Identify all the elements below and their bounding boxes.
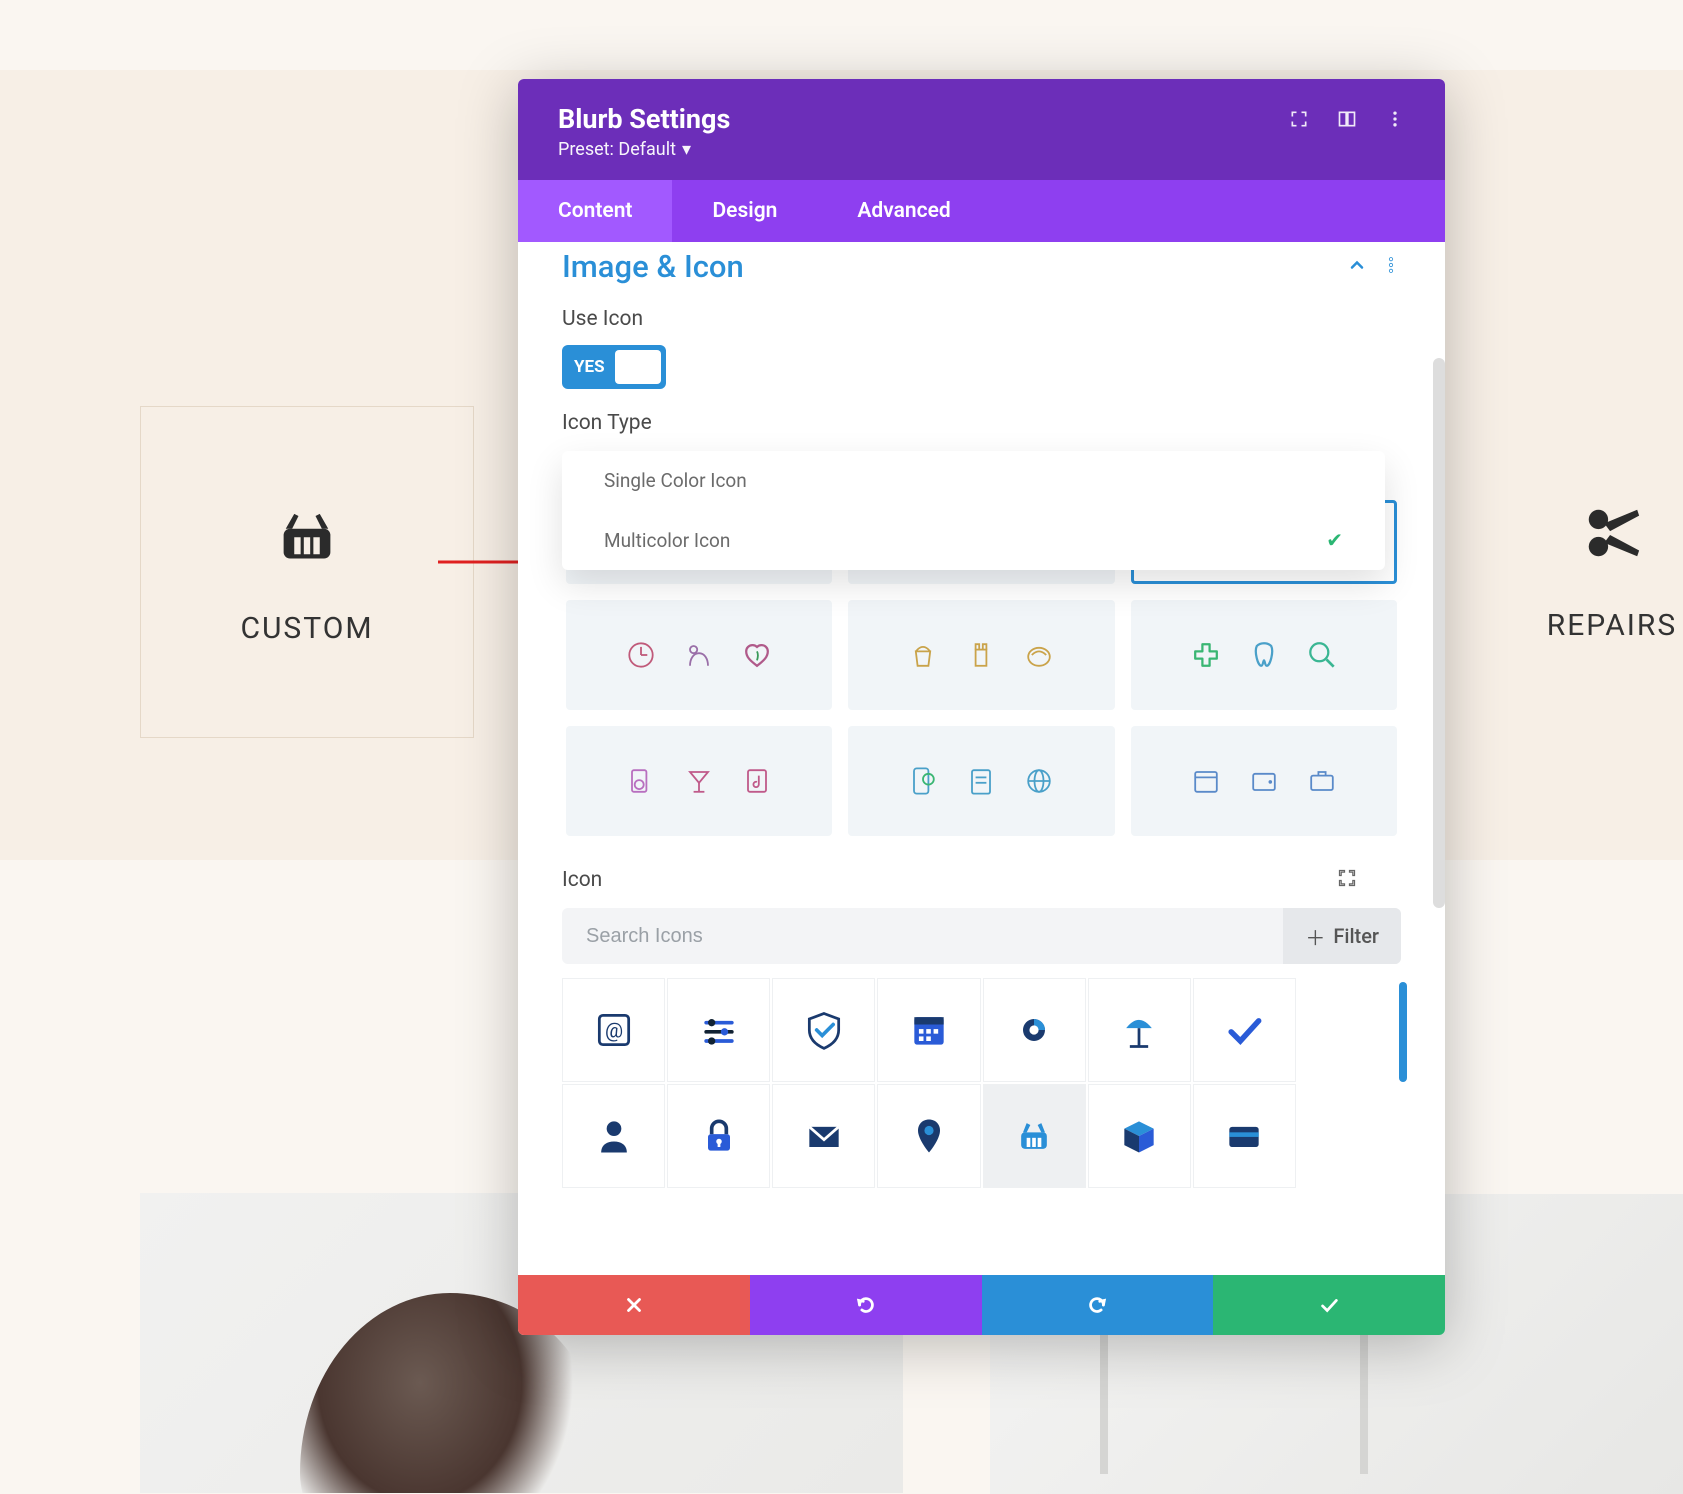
modal-footer xyxy=(518,1275,1445,1335)
speaker-icon xyxy=(620,760,662,802)
filter-button[interactable]: ＋ Filter xyxy=(1283,908,1401,964)
calendar-dots-icon xyxy=(1185,760,1227,802)
icon-basket[interactable] xyxy=(983,1084,1086,1188)
confirm-button[interactable] xyxy=(1213,1275,1445,1335)
icons-scrollbar[interactable] xyxy=(1399,982,1407,1082)
basket-icon xyxy=(273,499,341,571)
icon-shield-check[interactable] xyxy=(772,978,875,1082)
bucket-icon xyxy=(902,634,944,676)
clock-icon xyxy=(620,634,662,676)
undo-button[interactable] xyxy=(750,1275,982,1335)
icon-empty xyxy=(1298,1084,1401,1188)
option-single-color-label: Single Color Icon xyxy=(604,469,747,492)
section-menu-icon[interactable] xyxy=(1381,255,1401,279)
icon-map-pin[interactable] xyxy=(877,1084,980,1188)
left-showcase-card[interactable]: CUSTOM xyxy=(140,406,474,738)
phone-gear-icon xyxy=(902,760,944,802)
music-book-icon xyxy=(736,760,778,802)
split-view-icon[interactable] xyxy=(1337,109,1357,133)
globe-icon xyxy=(1018,760,1060,802)
plus-icon: ＋ xyxy=(1305,922,1325,951)
icon-mail[interactable] xyxy=(772,1084,875,1188)
icon-empty xyxy=(1298,978,1401,1082)
icon-pack-card[interactable] xyxy=(1131,600,1397,710)
expand-icon[interactable] xyxy=(1337,868,1401,892)
icon-person[interactable] xyxy=(562,1084,665,1188)
option-multicolor[interactable]: Multicolor Icon ✔ xyxy=(562,510,1385,570)
icon-pack-card[interactable] xyxy=(848,600,1114,710)
briefcase-icon xyxy=(1301,760,1343,802)
preset-selector[interactable]: Preset: Default ▾ xyxy=(558,139,730,160)
icon-calendar[interactable] xyxy=(877,978,980,1082)
right-card-label: REPAIRS xyxy=(1547,608,1677,643)
icon-beach-umbrella[interactable] xyxy=(1088,978,1191,1082)
right-showcase-card[interactable]: REPAIRS xyxy=(1445,406,1683,738)
icon-type-label: Icon Type xyxy=(562,411,1401,435)
icon-search-input[interactable] xyxy=(562,925,1283,948)
option-single-color[interactable]: Single Color Icon xyxy=(562,451,1385,510)
caret-down-icon: ▾ xyxy=(682,139,691,160)
wallet-icon xyxy=(1243,760,1285,802)
icon-pack-card[interactable] xyxy=(1131,726,1397,836)
icons-grid: @ xyxy=(562,978,1401,1188)
clipboard-icon xyxy=(960,760,1002,802)
sand-castle-icon xyxy=(960,634,1002,676)
use-icon-label: Use Icon xyxy=(562,307,1401,331)
icon-pack-card[interactable] xyxy=(848,726,1114,836)
icon-at-symbol[interactable]: @ xyxy=(562,978,665,1082)
toggle-knob xyxy=(615,350,661,384)
icon-gear-partial[interactable] xyxy=(983,978,1086,1082)
modal-header: Blurb Settings Preset: Default ▾ xyxy=(518,79,1445,180)
cancel-button[interactable] xyxy=(518,1275,750,1335)
modal-tabs: Content Design Advanced xyxy=(518,180,1445,242)
icon-credit-card[interactable] xyxy=(1193,1084,1296,1188)
body-scrollbar[interactable] xyxy=(1433,358,1445,908)
scissors-icon xyxy=(1581,502,1643,568)
tooth-icon xyxy=(1243,634,1285,676)
icon-checkmark[interactable] xyxy=(1193,978,1296,1082)
plus-medical-icon xyxy=(1185,634,1227,676)
tab-content[interactable]: Content xyxy=(518,180,672,242)
tab-design[interactable]: Design xyxy=(672,180,817,242)
icon-label: Icon xyxy=(562,868,602,892)
toggle-yes-label: YES xyxy=(562,357,605,377)
icon-box-3d[interactable] xyxy=(1088,1084,1191,1188)
use-icon-toggle[interactable]: YES xyxy=(562,345,666,389)
left-card-label: CUSTOM xyxy=(240,611,373,646)
icon-pack-card[interactable] xyxy=(566,600,832,710)
pet-dog-icon xyxy=(678,634,720,676)
heart-leaf-icon xyxy=(736,634,778,676)
collapse-section-icon[interactable] xyxy=(1347,255,1367,279)
blurb-settings-modal: Blurb Settings Preset: Default ▾ Content… xyxy=(518,79,1445,1335)
section-title-image-icon[interactable]: Image & Icon xyxy=(562,248,744,285)
shell-icon xyxy=(1018,634,1060,676)
focus-mode-icon[interactable] xyxy=(1289,109,1309,133)
tab-advanced[interactable]: Advanced xyxy=(817,180,990,242)
cocktail-icon xyxy=(678,760,720,802)
modal-body: Image & Icon Use Icon YES Icon Type Sing… xyxy=(518,242,1445,1275)
option-multicolor-label: Multicolor Icon xyxy=(604,529,730,552)
icon-lock[interactable] xyxy=(667,1084,770,1188)
preset-label: Preset: Default xyxy=(558,139,676,160)
modal-title: Blurb Settings xyxy=(558,103,730,135)
filter-label: Filter xyxy=(1333,924,1379,948)
magnifier-icon xyxy=(1301,634,1343,676)
kebab-menu-icon[interactable] xyxy=(1385,109,1405,133)
icon-pack-card[interactable] xyxy=(566,726,832,836)
icon-sliders[interactable] xyxy=(667,978,770,1082)
svg-text:@: @ xyxy=(605,1018,623,1042)
redo-button[interactable] xyxy=(982,1275,1214,1335)
icon-search-row: ＋ Filter xyxy=(562,908,1401,964)
check-icon: ✔ xyxy=(1326,528,1343,552)
icon-type-dropdown: Single Color Icon Multicolor Icon ✔ xyxy=(562,451,1385,570)
